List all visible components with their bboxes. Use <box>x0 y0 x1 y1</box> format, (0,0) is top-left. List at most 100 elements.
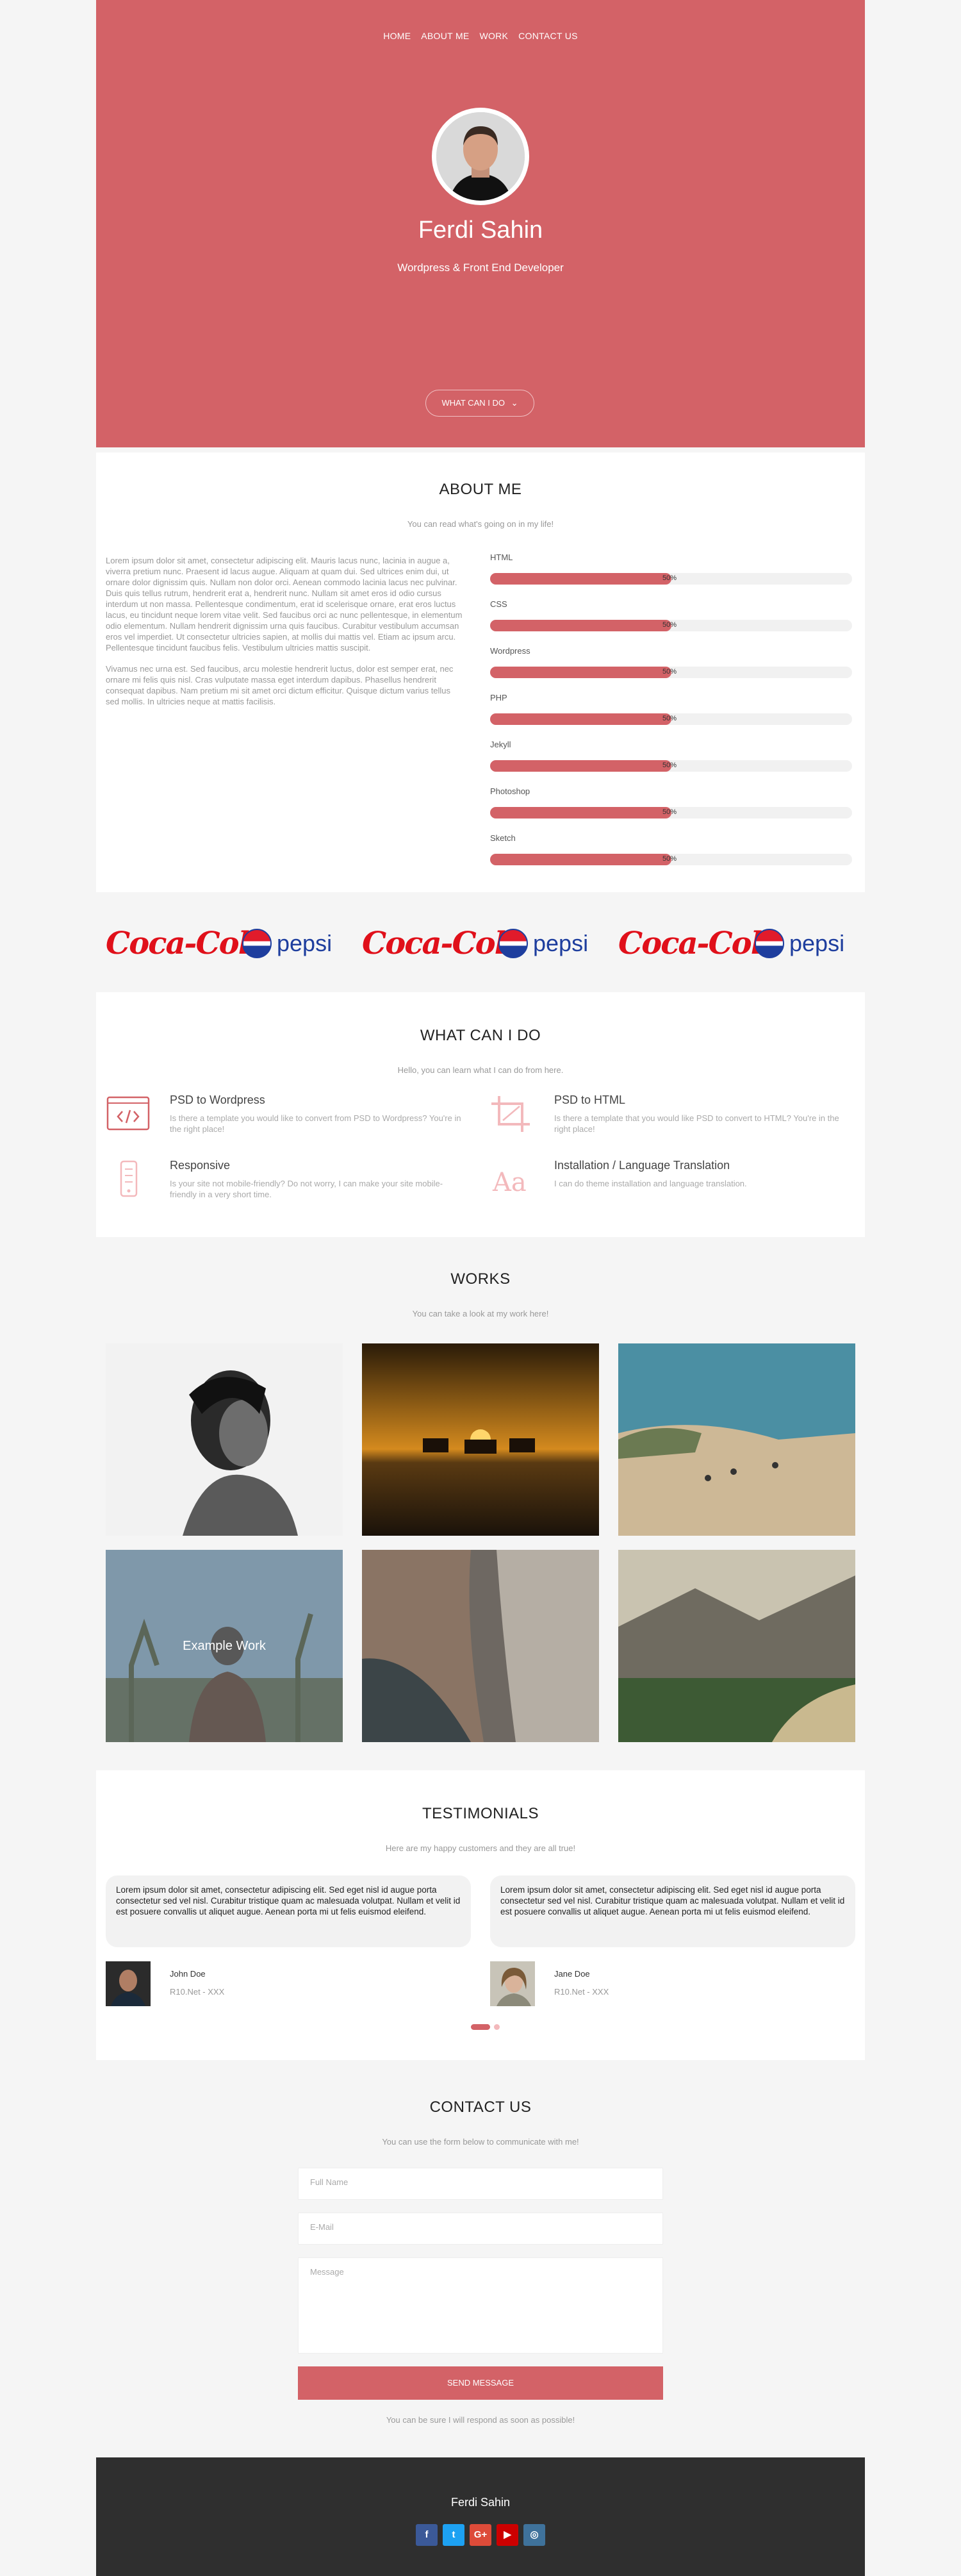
work-item[interactable]: Example Work <box>106 1550 343 1742</box>
work-item[interactable] <box>362 1550 599 1742</box>
skill-name: Photoshop <box>490 786 530 796</box>
avatar <box>106 1961 151 2006</box>
testimonial-text: Lorem ipsum dolor sit amet, consectetur … <box>106 1875 471 1947</box>
work-item[interactable] <box>362 1343 599 1536</box>
skill-percent: 50% <box>662 761 677 769</box>
skill-name: HTML <box>490 553 513 562</box>
works-title: WORKS <box>450 1270 511 1288</box>
skill-name: CSS <box>490 599 507 609</box>
about-section: ABOUT ME You can read what's going on in… <box>96 453 865 892</box>
avatar-photo <box>436 112 525 201</box>
crop-icon <box>491 1096 530 1132</box>
skill-bar: PHP 50% <box>490 693 852 725</box>
skill-bar: CSS 50% <box>490 599 852 631</box>
service-desc: Is there a template that you would like … <box>554 1113 839 1134</box>
contact-section: CONTACT US You can use the form below to… <box>96 2065 865 2457</box>
skill-fill <box>490 807 671 819</box>
about-title: ABOUT ME <box>439 481 522 498</box>
youtube-icon[interactable]: ▶ <box>497 2524 518 2546</box>
pepsi-logo: pepsi <box>242 923 332 964</box>
service-title: Installation / Language Translation <box>554 1159 730 1172</box>
skill-percent: 50% <box>662 621 677 629</box>
footer-name: Ferdi Sahin <box>450 2496 511 2509</box>
work-image <box>106 1343 343 1536</box>
skill-fill <box>490 667 671 678</box>
skill-track: 50% <box>490 573 852 585</box>
work-image <box>362 1343 599 1536</box>
skill-name: Wordpress <box>490 646 530 656</box>
instagram-icon[interactable]: ◎ <box>523 2524 545 2546</box>
service-desc: Is there a template you would like to co… <box>170 1113 461 1134</box>
about-subtitle: You can read what's going on in my life! <box>407 519 554 529</box>
code-icon <box>106 1096 150 1131</box>
brands-strip: Coca-Cola pepsi Coca-Cola pepsi Coca-Col… <box>96 897 865 990</box>
service-title: Responsive <box>170 1159 231 1172</box>
skill-track: 50% <box>490 713 852 725</box>
chevron-down-icon: ⌄ <box>511 398 518 408</box>
contact-note: You can be sure I will respond as soon a… <box>386 2415 575 2425</box>
skill-percent: 50% <box>662 574 677 582</box>
hero-header: HOME ABOUT ME WORK CONTACT US Ferdi Sahi… <box>96 0 865 447</box>
work-image <box>362 1550 599 1742</box>
skill-bar: HTML 50% <box>490 553 852 585</box>
skill-bar: Photoshop 50% <box>490 786 852 819</box>
message-field[interactable]: Message <box>298 2257 663 2354</box>
about-paragraph: Vivamus nec urna est. Sed faucibus, arcu… <box>106 664 454 706</box>
carousel-dot-active[interactable] <box>471 2024 490 2030</box>
contact-title: CONTACT US <box>429 2098 532 2116</box>
skill-name: Jekyll <box>490 740 511 749</box>
skill-fill <box>490 760 671 772</box>
contact-subtitle: You can use the form below to communicat… <box>382 2137 579 2147</box>
mobile-icon <box>120 1160 138 1197</box>
service-title: PSD to HTML <box>554 1093 626 1106</box>
footer: Ferdi Sahin f t G+ ▶ ◎ <box>96 2457 865 2576</box>
twitter-icon[interactable]: t <box>443 2524 464 2546</box>
what-can-i-do-button[interactable]: WHAT CAN I DO ⌄ <box>425 390 534 417</box>
services-title: WHAT CAN I DO <box>420 1027 541 1044</box>
avatar <box>490 1961 535 2006</box>
pepsi-logo: pepsi <box>755 923 844 964</box>
work-image <box>618 1343 855 1536</box>
google-plus-icon[interactable]: G+ <box>470 2524 491 2546</box>
service-desc: Is your site not mobile-friendly? Do not… <box>170 1179 443 1199</box>
skill-fill <box>490 573 671 585</box>
pepsi-globe-icon <box>498 929 528 958</box>
skill-track: 50% <box>490 667 852 678</box>
service-title: PSD to Wordpress <box>170 1093 265 1106</box>
skill-track: 50% <box>490 807 852 819</box>
about-paragraph: Lorem ipsum dolor sit amet, consectetur … <box>106 556 463 652</box>
facebook-icon[interactable]: f <box>416 2524 438 2546</box>
work-item[interactable] <box>618 1550 855 1742</box>
skill-fill <box>490 713 671 725</box>
cta-label: WHAT CAN I DO <box>441 398 505 408</box>
work-item[interactable] <box>106 1343 343 1536</box>
work-item[interactable] <box>618 1343 855 1536</box>
carousel-dot[interactable] <box>494 2024 500 2030</box>
skill-name: Sketch <box>490 833 516 843</box>
skill-fill <box>490 854 671 865</box>
skill-bar: Jekyll 50% <box>490 740 852 772</box>
pepsi-globe-icon <box>242 929 272 958</box>
nav-work[interactable]: WORK <box>479 31 508 41</box>
testimonial-text: Lorem ipsum dolor sit amet, consectetur … <box>490 1875 855 1947</box>
skill-track: 50% <box>490 854 852 865</box>
email-field[interactable]: E-Mail <box>298 2213 663 2245</box>
pepsi-globe-icon <box>755 929 784 958</box>
about-text: Lorem ipsum dolor sit amet, consectetur … <box>106 555 464 717</box>
translate-icon: Aa <box>492 1168 527 1197</box>
service-desc: I can do theme installation and language… <box>554 1179 747 1188</box>
hero-role: Wordpress & Front End Developer <box>397 262 564 274</box>
author-company: R10.Net - XXX <box>554 1987 609 1997</box>
send-message-button[interactable]: SEND MESSAGE <box>298 2366 663 2400</box>
nav-contact[interactable]: CONTACT US <box>518 31 578 41</box>
skill-percent: 50% <box>662 855 677 863</box>
nav-home[interactable]: HOME <box>383 31 411 41</box>
author-company: R10.Net - XXX <box>170 1987 225 1997</box>
testimonials-subtitle: Here are my happy customers and they are… <box>385 1843 576 1853</box>
nav-about[interactable]: ABOUT ME <box>421 31 469 41</box>
skill-percent: 50% <box>662 668 677 676</box>
skill-bar: Wordpress 50% <box>490 646 852 678</box>
full-name-field[interactable]: Full Name <box>298 2168 663 2200</box>
skill-track: 50% <box>490 760 852 772</box>
works-section: WORKS You can take a look at my work her… <box>96 1242 865 1769</box>
